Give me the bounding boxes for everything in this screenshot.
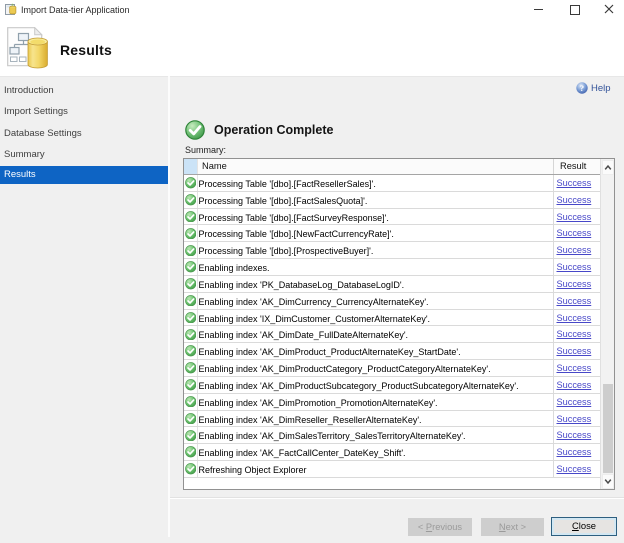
svg-text:?: ? <box>580 83 584 93</box>
